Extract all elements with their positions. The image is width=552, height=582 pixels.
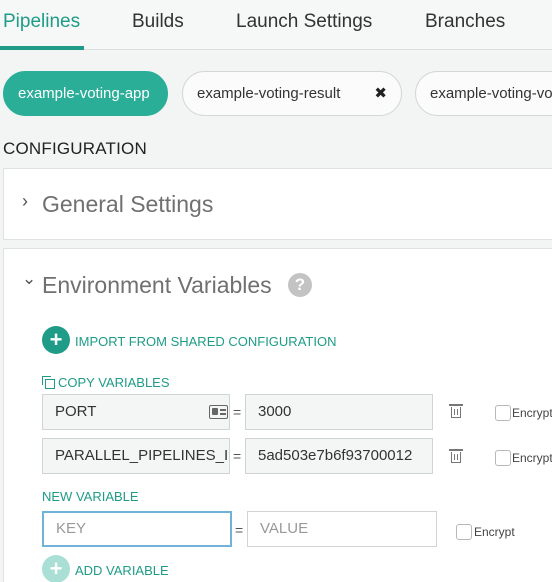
close-icon[interactable]: ✖ bbox=[374, 72, 387, 115]
import-shared-configuration-link[interactable]: IMPORT FROM SHARED CONFIGURATION bbox=[75, 334, 336, 349]
encrypt-checkbox[interactable] bbox=[495, 450, 511, 466]
encrypt-checkbox[interactable] bbox=[456, 524, 472, 540]
active-tab-indicator bbox=[0, 46, 84, 50]
trash-icon[interactable] bbox=[449, 404, 463, 418]
contact-card-icon[interactable] bbox=[209, 405, 228, 419]
encrypt-label: Encrypt bbox=[474, 525, 515, 539]
new-variable-label: NEW VARIABLE bbox=[42, 489, 139, 504]
pipeline-chip-label: example-voting-app bbox=[18, 85, 150, 102]
trash-icon[interactable] bbox=[449, 449, 463, 463]
equals-sign: = bbox=[235, 522, 244, 538]
env-value-field[interactable]: 5ad503e7b6f93700012 bbox=[245, 438, 433, 474]
general-settings-title[interactable]: General Settings bbox=[42, 191, 213, 218]
tab-launch-settings[interactable]: Launch Settings bbox=[236, 11, 372, 33]
help-icon[interactable]: ? bbox=[288, 273, 312, 297]
env-key-field[interactable]: PORT bbox=[42, 394, 230, 430]
pipeline-chip-label: example-voting-vote bbox=[430, 85, 552, 102]
encrypt-checkbox[interactable] bbox=[495, 405, 511, 421]
new-key-input[interactable]: KEY bbox=[42, 511, 232, 547]
pipeline-chip-label: example-voting-result bbox=[197, 85, 341, 102]
new-value-input[interactable]: VALUE bbox=[247, 511, 437, 547]
copy-variables-link[interactable]: COPY VARIABLES bbox=[58, 375, 170, 390]
equals-sign: = bbox=[233, 448, 242, 464]
pipeline-chip-example-voting-result[interactable]: example-voting-result ✖ bbox=[182, 71, 402, 116]
add-variable-button[interactable]: ADD VARIABLE bbox=[75, 563, 169, 578]
env-key-field[interactable]: PARALLEL_PIPELINES_I bbox=[42, 438, 230, 474]
encrypt-label: Encrypt bbox=[512, 406, 552, 420]
tab-branches[interactable]: Branches bbox=[425, 11, 505, 33]
equals-sign: = bbox=[233, 404, 242, 420]
app-page: Pipelines Builds Launch Settings Branche… bbox=[0, 0, 552, 582]
env-value-field[interactable]: 3000 bbox=[245, 394, 433, 430]
encrypt-label: Encrypt bbox=[512, 451, 552, 465]
general-settings-panel[interactable]: › General Settings bbox=[3, 168, 552, 240]
add-plus-icon[interactable]: + bbox=[42, 555, 70, 582]
copy-icon[interactable] bbox=[42, 376, 55, 389]
tab-pipelines[interactable]: Pipelines bbox=[3, 11, 80, 33]
top-nav: Pipelines Builds Launch Settings Branche… bbox=[0, 0, 552, 50]
environment-variables-panel: ⌄ Environment Variables ? + IMPORT FROM … bbox=[3, 248, 552, 582]
pipeline-chip-example-voting-vote[interactable]: example-voting-vote bbox=[415, 71, 552, 116]
section-title-configuration: CONFIGURATION bbox=[3, 139, 147, 158]
environment-variables-title[interactable]: Environment Variables bbox=[42, 272, 272, 299]
pipeline-chip-example-voting-app[interactable]: example-voting-app bbox=[3, 71, 168, 116]
chevron-down-icon[interactable]: ⌄ bbox=[22, 269, 36, 289]
import-plus-icon[interactable]: + bbox=[42, 326, 70, 354]
chevron-right-icon[interactable]: › bbox=[22, 191, 28, 212]
tab-builds[interactable]: Builds bbox=[132, 11, 184, 33]
